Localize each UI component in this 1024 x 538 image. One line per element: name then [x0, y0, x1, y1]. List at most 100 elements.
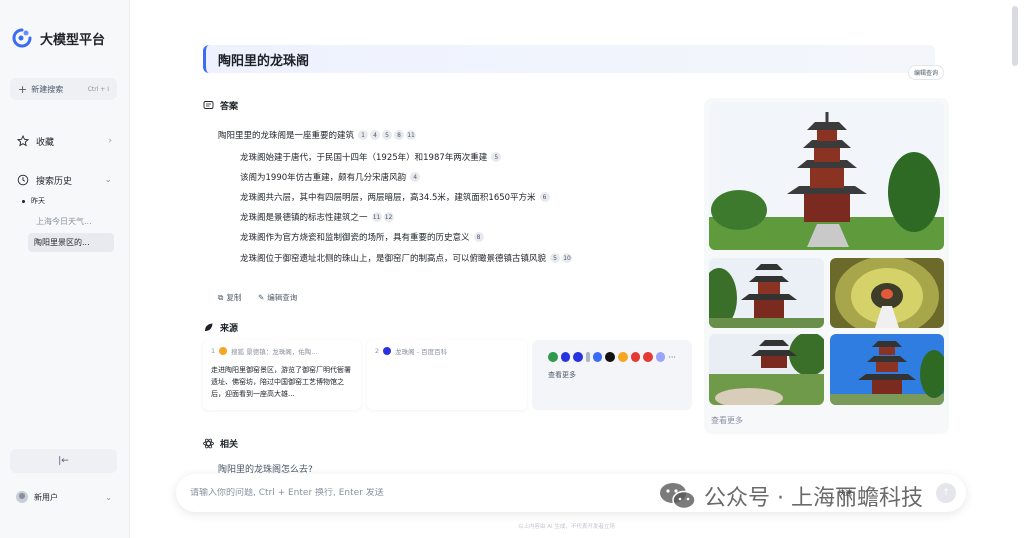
citation-badge[interactable]: 8 — [394, 130, 405, 140]
answer-bullet: 龙珠阁共六层，其中有四层明层，两层暗层，高34.5米，建筑面积1650平方米 6 — [240, 191, 550, 203]
answer-text: 龙珠阁位于御窑遗址北侧的珠山上，是御窑厂的制高点，可以俯瞰景德镇古镇风貌 — [240, 254, 547, 264]
paw-icon — [573, 352, 583, 362]
history-item[interactable]: 上海今日天气... — [30, 212, 116, 231]
new-search-shortcut: Ctrl + I — [87, 85, 109, 93]
bullet-dot — [22, 199, 25, 203]
sources-more-card[interactable]: ··· 查看更多 — [532, 340, 692, 410]
citation-list: 6 — [539, 192, 550, 202]
site-icon — [219, 347, 228, 355]
citation-badge[interactable]: 11 — [406, 130, 417, 140]
question-input[interactable] — [190, 488, 790, 498]
sidebar: 大模型平台 + 新建搜索 Ctrl + I 收藏 › 搜索历史 ⌄ 昨天 上海今… — [0, 0, 130, 538]
chevron-down-icon: ⌄ — [105, 492, 112, 502]
logo[interactable]: 大模型平台 — [12, 28, 105, 48]
citation-badge[interactable]: 6 — [539, 192, 550, 202]
send-button[interactable]: ↑ — [936, 483, 956, 503]
related-heading: 相关 — [203, 437, 238, 450]
answer-bullet: 该阁为1990年仿古重建，颇有几分宋唐风韵 4 — [240, 171, 421, 183]
history-label: 搜索历史 — [36, 176, 73, 187]
atom-icon — [203, 438, 214, 449]
collapse-sidebar-button[interactable]: |← — [10, 449, 117, 473]
answer-bullet: 龙珠阁是景德镇的标志性建筑之一 11 12 — [240, 211, 394, 223]
site-icon — [655, 352, 666, 362]
citation-list: 5 10 — [550, 253, 573, 263]
history-date: 昨天 — [22, 196, 45, 206]
tiktok-icon — [605, 352, 615, 362]
paw-icon — [560, 352, 571, 362]
citation-badge[interactable]: 1 — [358, 130, 369, 140]
citation-badge[interactable]: 10 — [562, 253, 573, 263]
site-icon — [592, 352, 603, 362]
plus-icon: + — [18, 82, 28, 96]
citation-list: 11 12 — [371, 212, 394, 222]
sidebar-item-history[interactable]: 搜索历史 ⌄ — [16, 173, 112, 187]
new-search-button[interactable]: + 新建搜索 Ctrl + I — [10, 78, 117, 100]
clock-icon — [16, 173, 30, 187]
citation-badge[interactable]: 5 — [550, 253, 561, 263]
collapse-icon: |← — [58, 456, 69, 466]
tunnel-image[interactable] — [830, 258, 944, 328]
citation-list: 8 — [473, 232, 484, 242]
citation-badge[interactable]: 5 — [382, 130, 393, 140]
star-icon — [16, 134, 30, 148]
answer-text: 龙珠阁共六层，其中有四层明层，两层暗层，高34.5米，建筑面积1650平方米 — [240, 193, 536, 203]
answer-bullet: 龙珠阁位于御窑遗址北侧的珠山上，是御窑厂的制高点，可以俯瞰景德镇古镇风貌 5 10 — [240, 252, 573, 264]
copy-button[interactable]: ⧉ 复制 — [218, 292, 241, 303]
sources-heading: 来源 — [203, 321, 238, 334]
source-site: 龙珠阁 - 百度百科 — [395, 348, 448, 356]
answer-bullet: 龙珠阁始建于唐代，于民国十四年（1925年）和1987年两次重建 5 — [240, 151, 502, 163]
pavilion-image-main[interactable] — [709, 102, 944, 250]
new-search-label: 新建搜索 — [31, 84, 64, 94]
leaf-icon — [203, 322, 214, 333]
copy-icon: ⧉ — [218, 292, 224, 302]
answer-summary: 陶阳里里的龙珠阁是一座重要的建筑 1 4 5 8 11 — [218, 129, 417, 141]
sources-more-link[interactable]: 查看更多 — [548, 370, 676, 380]
site-icon — [548, 352, 558, 362]
citation-badge[interactable]: 11 — [371, 212, 382, 222]
mode-selector[interactable]: 快速 — [838, 488, 852, 498]
citation-badge[interactable]: 4 — [370, 130, 381, 140]
pavilion-image[interactable] — [709, 258, 824, 328]
answer-text: 陶阳里里的龙珠阁是一座重要的建筑 — [218, 131, 355, 141]
citation-list: 1 4 5 8 11 — [358, 130, 417, 140]
answer-heading-label: 答案 — [220, 102, 239, 112]
citation-badge[interactable]: 5 — [491, 152, 502, 162]
avatar — [16, 491, 28, 503]
citation-list: 5 — [491, 152, 502, 162]
edit-query-tag[interactable]: 编辑查询 — [908, 65, 945, 80]
chevron-right-icon: › — [108, 136, 112, 146]
chevron-down-icon: ⌄ — [104, 175, 112, 185]
scrollbar[interactable] — [1012, 6, 1018, 66]
site-icon — [630, 352, 641, 362]
citation-badge[interactable]: 12 — [383, 212, 394, 222]
site-icon — [617, 352, 628, 362]
answer-text: 该阁为1990年仿古重建，颇有几分宋唐风韵 — [240, 173, 407, 183]
citation-badge[interactable]: 4 — [410, 172, 421, 182]
favorites-label: 收藏 — [36, 137, 55, 148]
answer-heading: 答案 — [203, 99, 238, 112]
citation-badge[interactable]: 8 — [473, 232, 484, 242]
citation-list: 4 — [410, 172, 421, 182]
sidebar-item-favorites[interactable]: 收藏 › — [16, 134, 112, 148]
source-number: 1 — [211, 347, 216, 355]
user-menu[interactable]: 新用户 ⌄ — [16, 491, 112, 503]
send-icon: ↑ — [942, 488, 950, 498]
user-name: 新用户 — [34, 492, 58, 502]
source-card[interactable]: 2 龙珠阁 - 百度百科 — [367, 340, 527, 410]
source-number: 2 — [375, 347, 380, 355]
pavilion-image[interactable] — [709, 334, 824, 405]
source-favicons: ··· — [548, 352, 676, 362]
more-dots-icon: ··· — [668, 352, 676, 362]
edit-query-button[interactable]: ✎ 编辑查询 — [258, 292, 297, 303]
paw-icon — [383, 347, 392, 355]
pavilion-image[interactable] — [830, 334, 944, 405]
answer-text: 龙珠阁是景德镇的标志性建筑之一 — [240, 213, 368, 223]
history-date-label: 昨天 — [31, 197, 45, 205]
history-item-active[interactable]: 陶阳里景区的... — [28, 233, 114, 252]
images-more-link[interactable]: 查看更多 — [711, 415, 743, 426]
answer-text: 龙珠阁始建于唐代，于民国十四年（1925年）和1987年两次重建 — [240, 153, 488, 163]
related-heading-label: 相关 — [220, 440, 239, 450]
query-title: 陶阳里的龙珠阁 — [218, 53, 310, 69]
source-card[interactable]: 1 搜狐 景德镇：龙珠阁，佑陶... 走进陶阳里御窑景区，游览了御窑厂明代衙署遗… — [203, 340, 361, 410]
query-title-bar: 陶阳里的龙珠阁 — [203, 45, 935, 73]
